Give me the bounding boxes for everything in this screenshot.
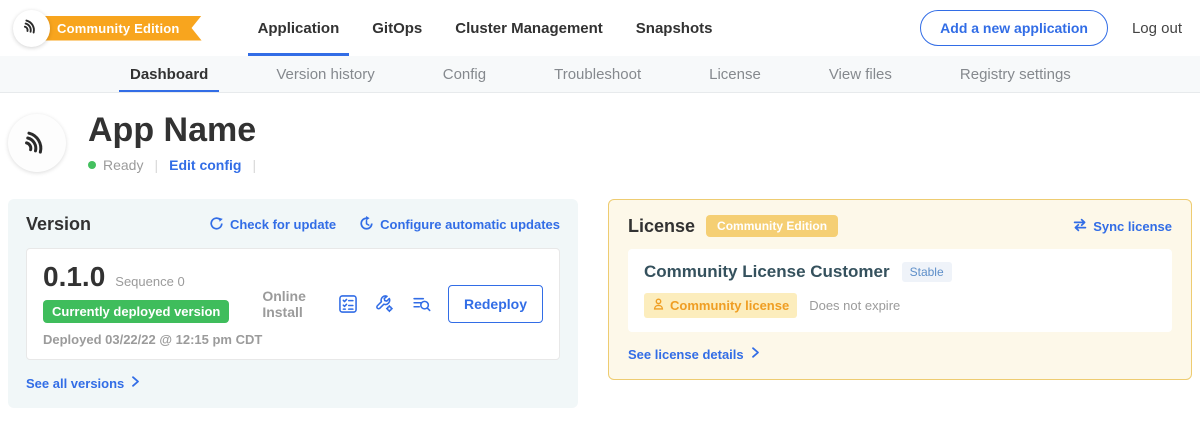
replicated-logo-icon [22, 16, 41, 40]
license-card: License Community Edition Sync license C… [608, 199, 1192, 380]
channel-badge: Stable [902, 262, 952, 282]
edit-config-link[interactable]: Edit config [169, 157, 241, 173]
app-status-row: Ready | Edit config | [88, 157, 267, 173]
check-for-update-link[interactable]: Check for update [208, 215, 336, 235]
replicated-logo-button[interactable] [13, 10, 50, 47]
version-info: 0.1.0 Sequence 0 Currently deployed vers… [43, 261, 262, 347]
brand-area: Community Edition [13, 10, 202, 47]
page-title: App Name [88, 113, 267, 147]
nav-item-application[interactable]: Application [248, 0, 350, 56]
license-header-links: Sync license [1072, 217, 1172, 236]
see-license-details-link[interactable]: See license details [628, 346, 1172, 362]
app-logo-icon [22, 126, 52, 161]
deployed-timestamp: Deployed 03/22/22 @ 12:15 pm CDT [43, 332, 262, 347]
chevron-right-icon [749, 346, 761, 362]
sequence-label: Sequence 0 [115, 274, 184, 289]
expiration-text: Does not expire [809, 298, 900, 313]
see-license-details-label: See license details [628, 347, 744, 362]
chevron-right-icon [129, 375, 141, 391]
app-subnav: Dashboard Version history Config Trouble… [0, 56, 1200, 93]
community-edition-badge: Community Edition [706, 215, 838, 237]
tab-view-files[interactable]: View files [818, 56, 903, 92]
tab-license[interactable]: License [698, 56, 772, 92]
divider: | [154, 157, 158, 173]
app-header: App Name Ready | Edit config | [8, 113, 1176, 173]
license-meta-row: Community license Does not expire [644, 293, 1156, 318]
version-card: Version Check for update Configure autom… [8, 199, 578, 408]
main-nav: Application GitOps Cluster Management Sn… [248, 0, 736, 56]
version-header-links: Check for update Configure automatic upd… [208, 215, 560, 235]
nav-item-cluster-management[interactable]: Cluster Management [445, 0, 613, 56]
sync-license-link[interactable]: Sync license [1072, 217, 1172, 236]
license-type-label: Community license [670, 298, 789, 313]
divider: | [252, 157, 256, 173]
currently-deployed-badge: Currently deployed version [43, 300, 229, 323]
top-navbar: Community Edition Application GitOps Clu… [0, 0, 1200, 56]
configure-automatic-updates-label: Configure automatic updates [380, 217, 560, 232]
tab-config[interactable]: Config [432, 56, 497, 92]
app-avatar [8, 114, 66, 172]
install-type-label: Online Install [262, 288, 321, 320]
schedule-update-icon [358, 215, 375, 235]
edition-banner: Community Edition [31, 16, 202, 41]
admin-console-screen: Community Edition Application GitOps Clu… [0, 0, 1200, 424]
refresh-icon [208, 215, 225, 235]
see-all-versions-label: See all versions [26, 376, 124, 391]
customer-name: Community License Customer [644, 262, 890, 282]
dashboard-panels: Version Check for update Configure autom… [8, 199, 1192, 408]
logout-button[interactable]: Log out [1132, 20, 1182, 37]
preflight-checks-icon[interactable] [337, 293, 359, 315]
tab-registry-settings[interactable]: Registry settings [949, 56, 1082, 92]
redeploy-button[interactable]: Redeploy [448, 285, 543, 323]
see-all-versions-link[interactable]: See all versions [26, 375, 560, 391]
status-dot [88, 161, 96, 169]
version-title: Version [26, 214, 91, 235]
license-title: License [628, 216, 695, 237]
customer-row: Community License Customer Stable [644, 262, 1156, 282]
license-type-badge: Community license [644, 293, 797, 318]
license-card-header: License Community Edition Sync license [628, 215, 1172, 237]
app-title-block: App Name Ready | Edit config | [88, 113, 267, 173]
view-logs-icon[interactable] [411, 293, 433, 315]
add-application-button[interactable]: Add a new application [920, 10, 1108, 46]
sync-arrows-icon [1072, 217, 1088, 236]
version-number: 0.1.0 [43, 261, 105, 293]
current-version-row: 0.1.0 Sequence 0 Currently deployed vers… [26, 248, 560, 360]
status-text: Ready [103, 157, 143, 173]
version-number-row: 0.1.0 Sequence 0 [43, 261, 262, 293]
version-card-header: Version Check for update Configure autom… [26, 214, 560, 235]
license-summary-row: Community License Customer Stable Commun… [628, 249, 1172, 332]
config-wrench-icon[interactable] [374, 293, 396, 315]
tab-version-history[interactable]: Version history [265, 56, 385, 92]
nav-item-gitops[interactable]: GitOps [362, 0, 432, 56]
version-actions: Online Install Redeploy [262, 285, 543, 323]
tab-dashboard[interactable]: Dashboard [119, 56, 219, 92]
check-for-update-label: Check for update [230, 217, 336, 232]
tab-troubleshoot[interactable]: Troubleshoot [543, 56, 652, 92]
sync-license-label: Sync license [1093, 219, 1172, 234]
person-icon [652, 297, 665, 314]
configure-automatic-updates-link[interactable]: Configure automatic updates [358, 215, 560, 235]
nav-item-snapshots[interactable]: Snapshots [626, 0, 723, 56]
